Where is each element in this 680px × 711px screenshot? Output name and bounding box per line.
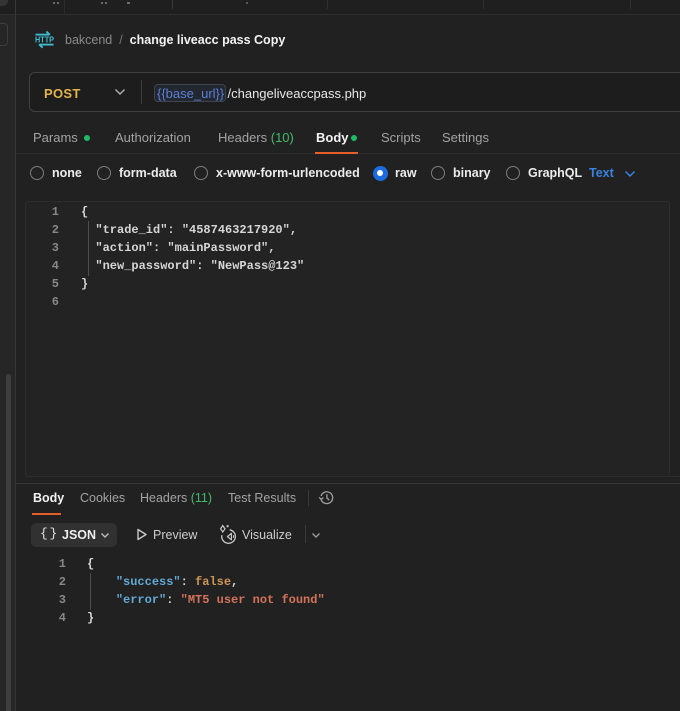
svg-text:HTTP: HTTP: [35, 35, 54, 45]
